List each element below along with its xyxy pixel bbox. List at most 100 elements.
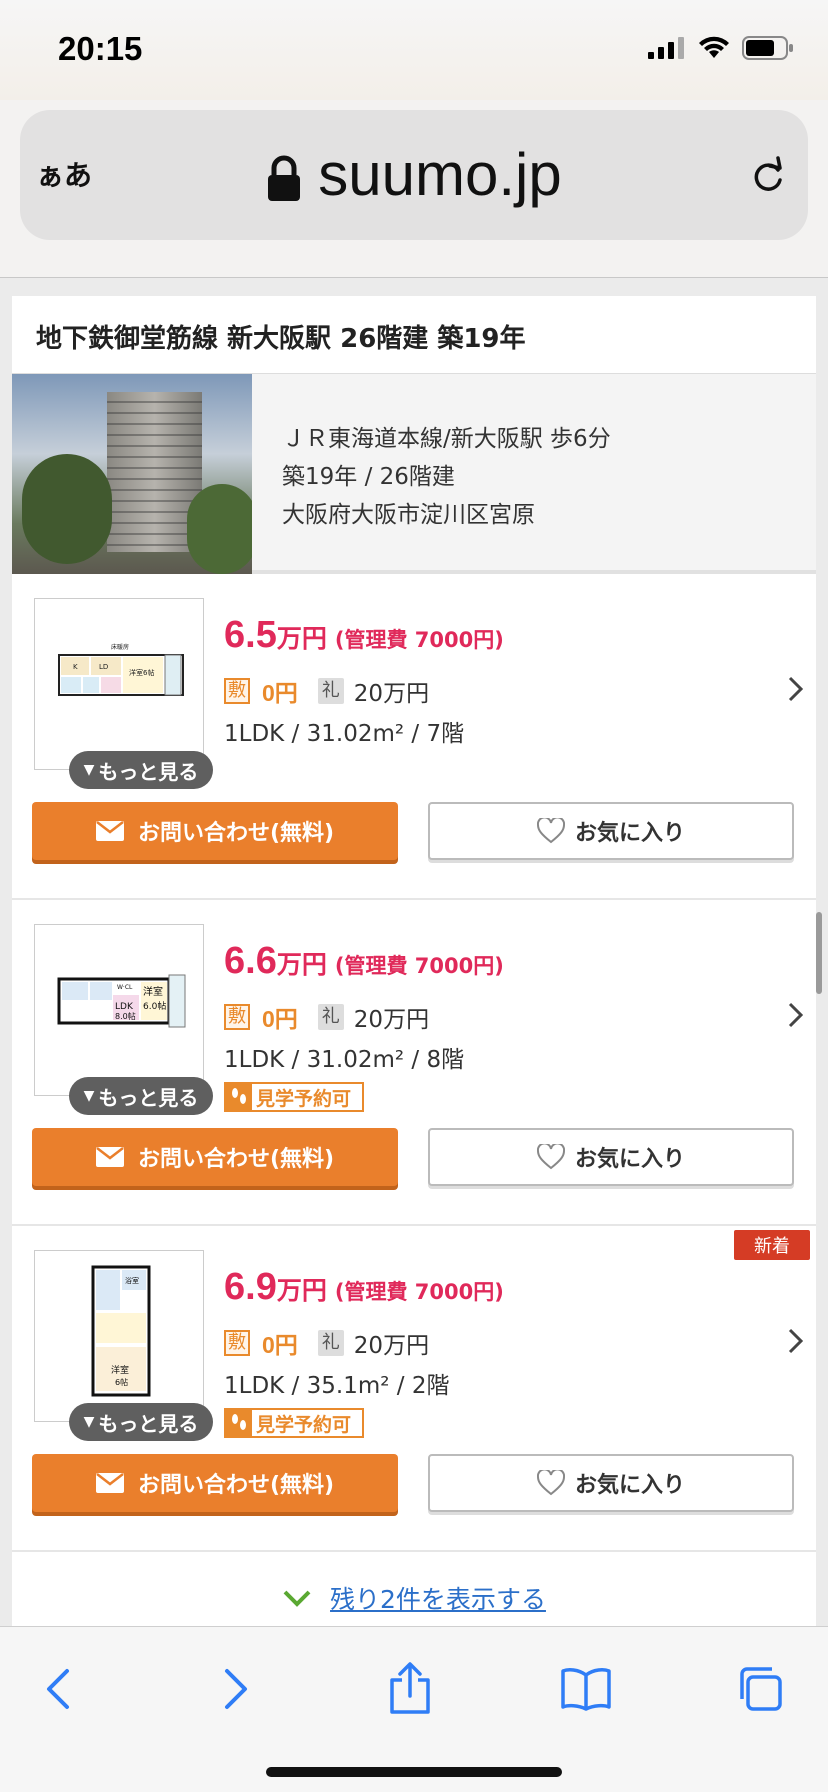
listing-item[interactable]: LDK 洋室 6.0帖 8.0帖 W·CL ▼ もっと見る 6.6万円 (管理費 7… [12, 900, 816, 1226]
inquiry-button[interactable]: お問い合わせ(無料) [32, 1454, 398, 1512]
key-money-badge: 礼 [317, 1330, 344, 1356]
building-info[interactable]: ＪＲ東海道本線/新大阪駅 歩6分 築19年 / 26階建 大阪府大阪市淀川区宮原 [12, 374, 816, 574]
key-money-value: 20万円 [353, 1333, 430, 1359]
mail-icon [95, 1147, 124, 1167]
management-fee: (管理費 7000円) [334, 954, 504, 978]
browser-toolbar [0, 1626, 828, 1792]
share-icon [390, 1662, 430, 1714]
favorite-button[interactable]: お気に入り [428, 1128, 794, 1186]
listing-item[interactable]: K LD 洋室6帖 床暖房 ▼ もっと見る 6.5万円 (管理費 7000円) 敷 … [12, 574, 816, 900]
inquiry-button[interactable]: お問い合わせ(無料) [32, 802, 398, 860]
key-money-badge: 礼 [317, 678, 344, 704]
book-icon [561, 1668, 611, 1711]
forward-arrow-icon [225, 1669, 247, 1709]
back-arrow-icon [47, 1669, 69, 1709]
reload-icon[interactable] [750, 156, 786, 194]
heart-icon [536, 818, 565, 844]
svg-text:洋室6帖: 洋室6帖 [129, 668, 154, 677]
inquiry-button[interactable]: お問い合わせ(無料) [32, 1128, 398, 1186]
svg-text:浴室: 浴室 [125, 1276, 139, 1285]
browser-chrome: ぁあ suumo.jp [0, 100, 828, 278]
svg-text:洋室: 洋室 [111, 1364, 129, 1376]
url-text: suumo.jp [318, 141, 562, 208]
deposit-value: 0円 [262, 1006, 298, 1032]
footprints-icon [232, 1088, 246, 1104]
svg-text:洋室: 洋室 [143, 985, 163, 998]
favorite-button[interactable]: お気に入り [428, 802, 794, 860]
deposit-badge: 敷 [224, 1004, 250, 1030]
scroll-indicator [816, 912, 822, 994]
deposit-line: 敷 0円 礼 20万円 [224, 1326, 429, 1360]
share-button[interactable] [378, 1657, 442, 1721]
more-button[interactable]: ▼ もっと見る [69, 1077, 213, 1115]
url-display[interactable]: suumo.jp [20, 140, 808, 209]
chevron-right-icon[interactable] [786, 674, 806, 704]
home-indicator [266, 1767, 562, 1777]
footprints-icon [232, 1414, 246, 1430]
tabs-icon [740, 1667, 782, 1711]
heart-icon [536, 1144, 565, 1170]
key-money-badge: 礼 [317, 1004, 344, 1030]
bookmarks-button[interactable] [554, 1657, 618, 1721]
property-card: 地下鉄御堂筋線 新大阪駅 26階建 築19年 ＪＲ東海道本線/新大阪駅 歩6分 … [12, 296, 816, 1626]
tour-available-badge: 見学予約可 [224, 1408, 364, 1438]
favorite-button[interactable]: お気に入り [428, 1454, 794, 1512]
new-badge: 新着 [734, 1230, 810, 1260]
deposit-value: 0円 [262, 680, 298, 706]
room-spec: 1LDK / 31.02m² / 7階 [224, 721, 465, 747]
mail-icon [95, 1473, 124, 1493]
svg-text:K: K [73, 663, 78, 671]
listing-item[interactable]: 新着 洋室 6帖 浴室 ▼ もっと見る 6.9万円 (管理費 7000円) 敷 0円… [12, 1226, 816, 1552]
chevron-down-icon [283, 1590, 311, 1607]
chevron-right-icon[interactable] [786, 1326, 806, 1356]
lock-icon [268, 155, 301, 202]
back-button[interactable] [26, 1657, 90, 1721]
building-access: ＪＲ東海道本線/新大阪駅 歩6分 [282, 426, 611, 452]
status-icons [648, 36, 794, 60]
address-bar[interactable]: ぁあ suumo.jp [20, 110, 808, 240]
deposit-value: 0円 [262, 1332, 298, 1358]
svg-text:床暖房: 床暖房 [111, 643, 129, 651]
svg-text:LDK: LDK [115, 1002, 134, 1012]
svg-text:W·CL: W·CL [117, 984, 133, 991]
rent-amount: 6.9 [224, 1266, 277, 1308]
floor-plan-thumbnail[interactable]: 洋室 6帖 浴室 ▼ もっと見る [34, 1250, 213, 1441]
svg-text:8.0帖: 8.0帖 [115, 1011, 136, 1021]
management-fee: (管理費 7000円) [334, 628, 504, 652]
chevron-right-icon[interactable] [786, 1000, 806, 1030]
deposit-badge: 敷 [224, 1330, 250, 1356]
rent-amount: 6.6 [224, 940, 277, 982]
key-money-value: 20万円 [353, 1007, 430, 1033]
more-button[interactable]: ▼ もっと見る [69, 1403, 213, 1441]
price: 6.9万円 (管理費 7000円) [224, 1266, 504, 1308]
room-spec: 1LDK / 31.02m² / 8階 [224, 1047, 465, 1073]
show-remaining-link[interactable]: 残り2件を表示する [330, 1580, 546, 1616]
rent-amount: 6.5 [224, 614, 277, 656]
deposit-badge: 敷 [224, 678, 250, 704]
forward-button[interactable] [204, 1657, 268, 1721]
heart-icon [536, 1470, 565, 1496]
deposit-line: 敷 0円 礼 20万円 [224, 1000, 429, 1034]
tour-available-badge: 見学予約可 [224, 1082, 364, 1112]
svg-text:6帖: 6帖 [115, 1377, 128, 1387]
building-title[interactable]: 地下鉄御堂筋線 新大阪駅 26階建 築19年 [12, 296, 816, 374]
floor-plan-image: 洋室 6帖 浴室 [91, 1265, 151, 1397]
status-bar: 20:15 [0, 0, 828, 100]
floor-plan-thumbnail[interactable]: K LD 洋室6帖 床暖房 ▼ もっと見る [34, 598, 213, 789]
room-spec: 1LDK / 35.1m² / 2階 [224, 1373, 450, 1399]
floor-plan-thumbnail[interactable]: LDK 洋室 6.0帖 8.0帖 W·CL ▼ もっと見る [34, 924, 213, 1115]
battery-icon [742, 36, 793, 60]
tabs-button[interactable] [728, 1657, 792, 1721]
building-photo[interactable] [12, 374, 252, 574]
key-money-value: 20万円 [353, 681, 430, 707]
floor-plan-image: K LD 洋室6帖 床暖房 [58, 643, 184, 696]
price: 6.5万円 (管理費 7000円) [224, 614, 504, 656]
deposit-line: 敷 0円 礼 20万円 [224, 674, 429, 708]
more-button[interactable]: ▼ もっと見る [69, 751, 213, 789]
show-remaining[interactable]: 残り2件を表示する [12, 1570, 816, 1626]
wifi-icon [699, 36, 729, 58]
price: 6.6万円 (管理費 7000円) [224, 940, 504, 982]
building-age-floors: 築19年 / 26階建 [282, 464, 455, 490]
status-time: 20:15 [58, 30, 143, 67]
cellular-signal-icon [648, 37, 684, 59]
